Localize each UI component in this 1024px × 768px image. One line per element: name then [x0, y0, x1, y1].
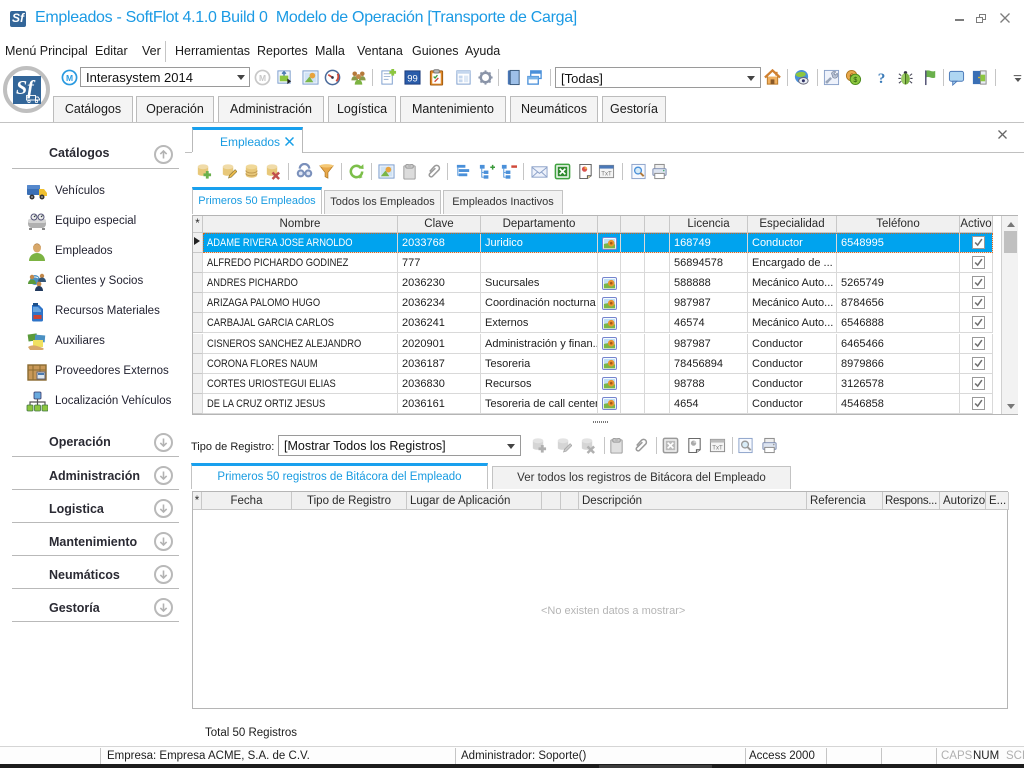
svg-text:TxT: TxT	[712, 445, 723, 451]
svg-text:M: M	[259, 73, 266, 83]
svg-text:M: M	[66, 73, 73, 83]
svg-text:?: ?	[878, 71, 886, 86]
svg-text:TxT: TxT	[601, 171, 612, 177]
svg-text:$: $	[853, 76, 857, 84]
svg-text:99: 99	[407, 73, 418, 84]
